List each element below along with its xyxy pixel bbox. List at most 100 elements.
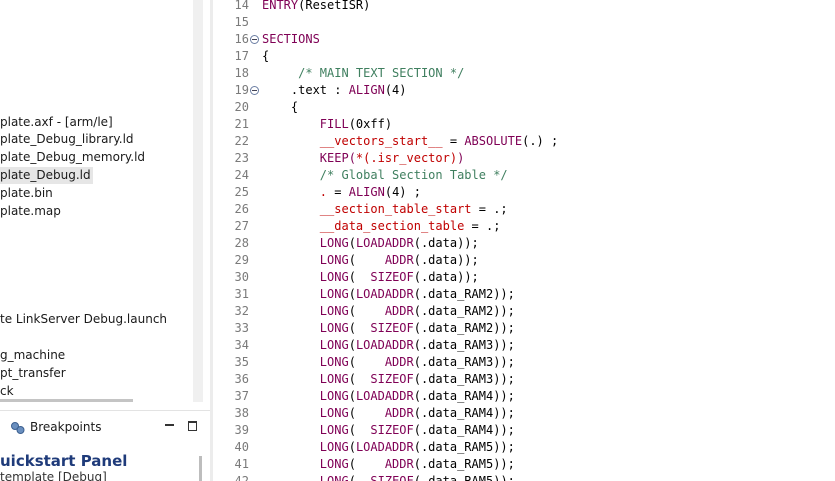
- line-number: 34: [234, 338, 249, 352]
- code-line[interactable]: 14 ENTRY(ResetISR): [213, 0, 835, 14]
- code-line[interactable]: 27 __data_section_table = .;: [213, 218, 835, 235]
- code-line[interactable]: 38 LONG( ADDR(.data_RAM4));: [213, 405, 835, 422]
- quickstart-scrollbar[interactable]: [199, 456, 202, 481]
- tree-item[interactable]: plate_Debug_library.ld: [0, 131, 136, 148]
- code-text: __vectors_start__ = ABSOLUTE(.) ;: [319, 134, 559, 148]
- line-number: 26: [234, 202, 249, 216]
- line-number: 32: [234, 304, 249, 318]
- line-number: 35: [234, 355, 249, 369]
- code-text: {: [262, 100, 299, 114]
- code-text: LONG(LOADADDR(.data_RAM2));: [319, 287, 515, 301]
- code-line[interactable]: 36 LONG( SIZEOF(.data_RAM3));: [213, 371, 835, 388]
- line-number: 31: [234, 287, 249, 301]
- code-line[interactable]: 26 __section_table_start = .;: [213, 201, 835, 218]
- line-number: 23: [234, 151, 249, 165]
- line-number: 25: [234, 185, 249, 199]
- collapse-fold-icon[interactable]: [250, 86, 259, 95]
- code-line[interactable]: 34 LONG(LOADADDR(.data_RAM3));: [213, 337, 835, 354]
- code-line[interactable]: 29 LONG( ADDR(.data));: [213, 252, 835, 269]
- tree-item[interactable]: plate.axf - [arm/le]: [0, 114, 115, 131]
- code-text: __section_table_start = .;: [319, 202, 508, 216]
- code-line[interactable]: 24 /* Global Section Table */: [213, 167, 835, 184]
- code-line[interactable]: 23 KEEP(*(.isr_vector)): [213, 150, 835, 167]
- code-line[interactable]: 33 LONG( SIZEOF(.data_RAM2));: [213, 320, 835, 337]
- line-number: 18: [234, 66, 249, 80]
- code-text: LONG(LOADADDR(.data_RAM4));: [319, 389, 515, 403]
- explorer-vertical-scrollbar[interactable]: [193, 0, 203, 402]
- maximize-icon[interactable]: [187, 419, 199, 433]
- line-number: 41: [234, 457, 249, 471]
- tree-item[interactable]: g_machine: [0, 347, 67, 364]
- quickstart-panel-title: uickstart Panel: [0, 452, 128, 470]
- code-line[interactable]: 16 SECTIONS: [213, 31, 835, 48]
- breakpoints-tab[interactable]: Breakpoints: [30, 419, 101, 435]
- line-number: 28: [234, 236, 249, 250]
- tree-item[interactable]: plate.bin: [0, 185, 55, 202]
- tree-item[interactable]: plate_Debug_memory.ld: [0, 149, 147, 166]
- line-number: 33: [234, 321, 249, 335]
- line-number: 40: [234, 440, 249, 454]
- line-number: 20: [234, 100, 249, 114]
- code-text: LONG( SIZEOF(.data_RAM5));: [319, 474, 515, 481]
- code-text: LONG(LOADADDR(.data_RAM3));: [319, 338, 515, 352]
- code-line[interactable]: 21 FILL(0xff): [213, 116, 835, 133]
- code-text: LONG( ADDR(.data));: [319, 253, 479, 267]
- code-text: LONG( SIZEOF(.data));: [319, 270, 479, 284]
- code-line[interactable]: 42 LONG( SIZEOF(.data_RAM5));: [213, 473, 835, 481]
- code-text: ENTRY(ResetISR): [262, 0, 371, 12]
- code-text: LONG( ADDR(.data_RAM2));: [319, 304, 515, 318]
- code-line[interactable]: 31 LONG(LOADADDR(.data_RAM2));: [213, 286, 835, 303]
- code-line[interactable]: 41 LONG( ADDR(.data_RAM5));: [213, 456, 835, 473]
- line-number: 38: [234, 406, 249, 420]
- code-line[interactable]: 39 LONG( SIZEOF(.data_RAM4));: [213, 422, 835, 439]
- tree-item[interactable]: plate_Debug.ld: [0, 167, 93, 184]
- code-text: LONG( SIZEOF(.data_RAM2));: [319, 321, 515, 335]
- quickstart-project-label[interactable]: template [Debug]: [0, 470, 107, 481]
- code-line[interactable]: 40 LONG(LOADADDR(.data_RAM5));: [213, 439, 835, 456]
- breakpoints-icon: [10, 420, 26, 434]
- pane-divider: [0, 410, 210, 411]
- line-number: 19: [234, 83, 249, 97]
- code-text: __data_section_table = .;: [319, 219, 501, 233]
- line-number: 22: [234, 134, 249, 148]
- code-line[interactable]: 25 . = ALIGN(4) ;: [213, 184, 835, 201]
- explorer-horizontal-scrollbar[interactable]: [0, 399, 133, 402]
- left-panel: plate.axf - [arm/le] plate_Debug_library.…: [0, 0, 210, 481]
- breakpoints-tab-bar: Breakpoints: [0, 414, 210, 440]
- code-text: LONG( ADDR(.data_RAM4));: [319, 406, 515, 420]
- code-line[interactable]: 35 LONG( ADDR(.data_RAM3));: [213, 354, 835, 371]
- code-line[interactable]: 22 __vectors_start__ = ABSOLUTE(.) ;: [213, 133, 835, 150]
- code-editor[interactable]: 14 ENTRY(ResetISR) 15 16 SECTIONS 17 {18 /* MA…: [213, 0, 835, 481]
- code-line[interactable]: 17 {: [213, 48, 835, 65]
- code-text: {: [262, 49, 270, 63]
- code-line[interactable]: 19 .text : ALIGN(4): [213, 82, 835, 99]
- code-text: LONG(LOADADDR(.data));: [319, 236, 479, 250]
- minimize-icon[interactable]: [164, 419, 176, 433]
- code-text: LONG(LOADADDR(.data_RAM5));: [319, 440, 515, 454]
- code-line[interactable]: 30 LONG( SIZEOF(.data));: [213, 269, 835, 286]
- tree-item[interactable]: te LinkServer Debug.launch: [0, 311, 169, 328]
- line-number: 39: [234, 423, 249, 437]
- code-text: /* MAIN TEXT SECTION */: [262, 66, 465, 80]
- tree-item[interactable]: ck: [0, 383, 16, 400]
- code-line[interactable]: 15: [213, 14, 835, 31]
- project-explorer: plate.axf - [arm/le] plate_Debug_library.…: [0, 0, 193, 402]
- tree-item[interactable]: pt_transfer: [0, 365, 68, 382]
- code-line[interactable]: 32 LONG( ADDR(.data_RAM2));: [213, 303, 835, 320]
- line-number: 15: [234, 15, 249, 29]
- code-line[interactable]: 18 /* MAIN TEXT SECTION */: [213, 65, 835, 82]
- code-text: LONG( SIZEOF(.data_RAM4));: [319, 423, 515, 437]
- tree-item[interactable]: plate.map: [0, 203, 63, 220]
- line-number: 29: [234, 253, 249, 267]
- code-line[interactable]: 20 {: [213, 99, 835, 116]
- code-text: LONG( ADDR(.data_RAM3));: [319, 355, 515, 369]
- code-text: FILL(0xff): [319, 117, 393, 131]
- code-line[interactable]: 28 LONG(LOADADDR(.data));: [213, 235, 835, 252]
- code-line[interactable]: 37 LONG(LOADADDR(.data_RAM4));: [213, 388, 835, 405]
- line-number: 17: [234, 49, 249, 63]
- code-text: .text : ALIGN(4): [262, 83, 407, 97]
- line-number: 42: [234, 474, 249, 481]
- collapse-fold-icon[interactable]: [250, 35, 259, 44]
- line-number: 24: [234, 168, 249, 182]
- line-number: 16: [234, 32, 249, 46]
